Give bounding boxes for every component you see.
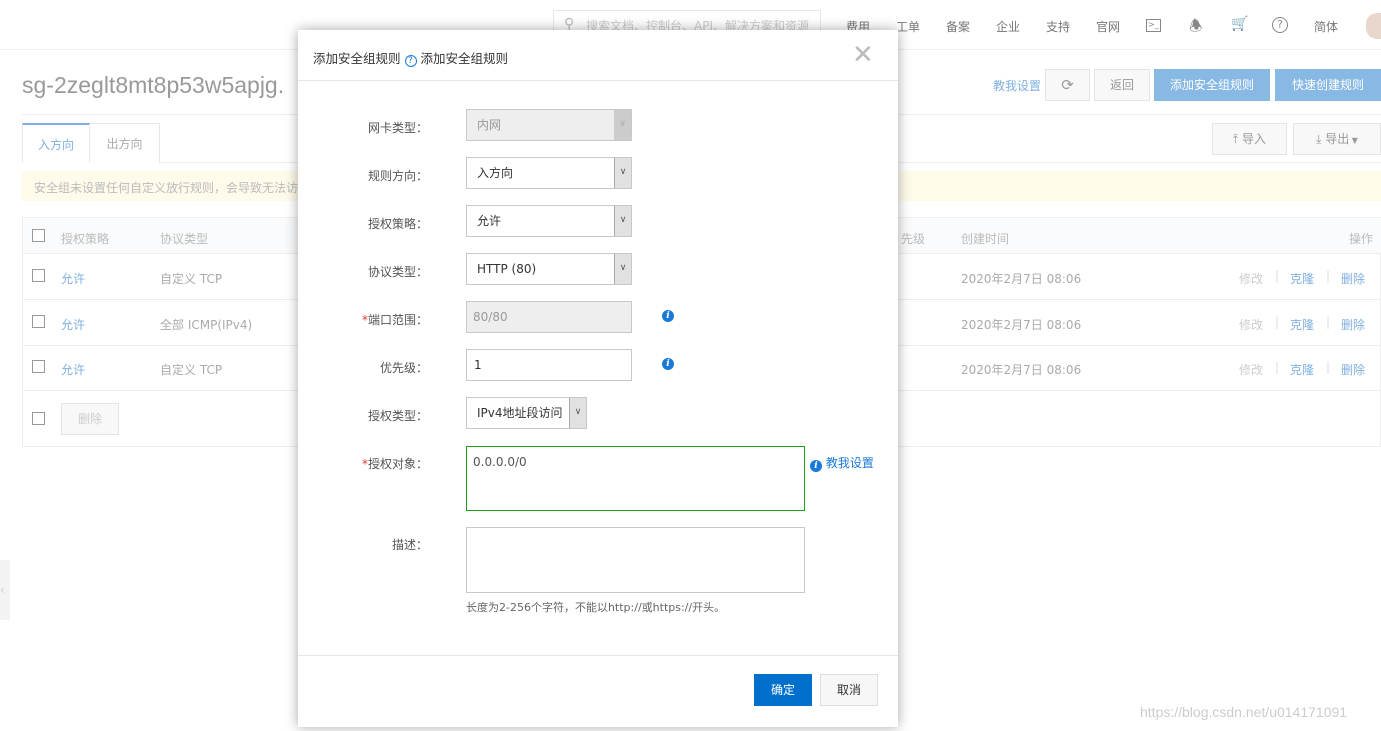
dialog-footer-divider xyxy=(298,655,898,656)
close-icon[interactable]: ✕ xyxy=(852,40,874,70)
quick-create-button[interactable]: 快速创建规则 xyxy=(1275,69,1381,101)
add-rule-button[interactable]: 添加安全组规则 xyxy=(1154,69,1270,101)
edit-link[interactable]: 修改 xyxy=(1239,361,1263,378)
edit-link[interactable]: 修改 xyxy=(1239,316,1263,333)
avatar[interactable] xyxy=(1366,13,1381,39)
separator: | xyxy=(1326,269,1331,283)
help-icon[interactable]: ? xyxy=(1272,17,1288,33)
dialog-header-divider xyxy=(298,80,898,81)
info-icon: i xyxy=(810,460,822,472)
description-textarea[interactable] xyxy=(466,527,805,593)
column-header: 创建时间 xyxy=(961,232,1010,246)
field-label: *端口范围： xyxy=(361,313,428,327)
separator: | xyxy=(1275,360,1280,374)
side-collapse-handle[interactable]: ‹ xyxy=(0,560,10,620)
language-switch[interactable]: 简体 xyxy=(1314,18,1338,35)
terminal-icon[interactable]: >_ xyxy=(1146,19,1161,32)
delete-link[interactable]: 删除 xyxy=(1341,316,1365,333)
policy-cell: 允许 xyxy=(61,272,86,286)
separator: | xyxy=(1275,314,1280,329)
help-link[interactable]: i 教我设置 xyxy=(810,454,874,472)
cancel-button[interactable]: 取消 xyxy=(820,674,878,706)
nav-item[interactable]: 官网 xyxy=(1096,18,1120,35)
refresh-button[interactable]: ⟳ xyxy=(1045,69,1090,101)
port-range-input: 80/80 xyxy=(466,301,632,333)
policy-cell: 允许 xyxy=(61,317,86,332)
bell-icon[interactable]: 🕭 xyxy=(1189,16,1202,41)
created-cell: 2020年2月7日 08:06 xyxy=(961,272,1082,286)
policy-cell: 允许 xyxy=(61,363,86,377)
auth-type-select[interactable]: IPv4地址段访问 ∨ xyxy=(466,397,587,429)
add-rule-dialog: 添加安全组规则 ? 添加安全组规则 ✕ 网卡类型： 内网 ∨ 规则方向： 入方向 ∨… xyxy=(298,30,898,727)
row-checkbox[interactable] xyxy=(32,314,45,328)
info-icon[interactable]: i xyxy=(662,358,674,370)
created-cell: 2020年2月7日 08:06 xyxy=(961,363,1082,377)
dialog-title: 添加安全组规则 ? 添加安全组规则 xyxy=(313,51,508,67)
tab-outbound[interactable]: 出方向 xyxy=(90,123,160,163)
column-header: 协议类型 xyxy=(160,232,209,246)
auth-target-textarea[interactable]: 0.0.0.0/0 xyxy=(466,446,805,511)
footer-checkbox[interactable] xyxy=(32,412,45,425)
refresh-icon: ⟳ xyxy=(1061,76,1074,94)
tab-inbound[interactable]: 入方向 xyxy=(22,123,90,163)
description-hint: 长度为2-256个字符，不能以http://或https://开头。 xyxy=(466,601,726,614)
select-all-checkbox[interactable] xyxy=(32,229,45,242)
field-label: 网卡类型： xyxy=(367,121,428,135)
separator: | xyxy=(1326,314,1331,329)
policy-select[interactable]: 允许 ∨ xyxy=(466,205,632,237)
protocol-cell: 自定义 TCP xyxy=(160,363,223,377)
clone-link[interactable]: 克隆 xyxy=(1290,316,1314,333)
chevron-down-icon: ∨ xyxy=(614,206,631,236)
nav-item[interactable]: 工单 xyxy=(896,18,920,35)
info-icon[interactable]: i xyxy=(662,310,674,322)
delete-link[interactable]: 删除 xyxy=(1341,270,1365,287)
edit-link[interactable]: 修改 xyxy=(1239,270,1263,287)
chevron-down-icon: ∨ xyxy=(614,110,631,140)
help-link[interactable]: 教我设置 xyxy=(993,77,1041,94)
caret-down-icon: ▼ xyxy=(1349,136,1358,145)
confirm-button[interactable]: 确定 xyxy=(754,674,812,706)
nic-type-select: 内网 ∨ xyxy=(466,109,632,141)
separator: | xyxy=(1275,269,1280,283)
delete-link[interactable]: 删除 xyxy=(1341,361,1365,378)
row-checkbox[interactable] xyxy=(32,360,45,373)
export-button[interactable]: ⤓ 导出 ▼ xyxy=(1293,123,1381,155)
nav-item[interactable]: 备案 xyxy=(946,18,970,35)
nav-item[interactable]: 企业 xyxy=(996,18,1020,35)
protocol-cell: 全部 ICMP(IPv4) xyxy=(160,317,253,332)
cart-icon[interactable]: 🛒 xyxy=(1231,16,1248,32)
field-label: 授权策略： xyxy=(367,217,428,231)
field-label: 授权类型： xyxy=(367,409,428,423)
help-icon[interactable]: ? xyxy=(404,55,417,67)
watermark: https://blog.csdn.net/u014171091 xyxy=(1140,704,1348,720)
column-header: 操作 xyxy=(1349,232,1374,246)
created-cell: 2020年2月7日 08:06 xyxy=(961,317,1082,332)
column-header: 授权策略 xyxy=(61,232,110,246)
page-title: sg-2zeglt8mt8p53w5apjg. xyxy=(22,72,285,98)
upload-icon: ⤒ xyxy=(1232,132,1243,146)
field-label: 规则方向： xyxy=(367,169,428,183)
protocol-cell: 自定义 TCP xyxy=(160,272,223,286)
download-icon: ⤓ xyxy=(1316,132,1326,146)
separator: | xyxy=(1326,360,1331,374)
protocol-select[interactable]: HTTP (80) ∨ xyxy=(466,253,632,285)
direction-select[interactable]: 入方向 ∨ xyxy=(466,157,632,189)
clone-link[interactable]: 克隆 xyxy=(1290,270,1314,287)
clone-link[interactable]: 克隆 xyxy=(1290,361,1314,378)
field-label: 优先级： xyxy=(379,361,428,375)
field-label: *授权对象： xyxy=(361,457,428,471)
chevron-down-icon: ∨ xyxy=(569,398,586,428)
nav-item[interactable]: 支持 xyxy=(1046,18,1070,35)
bulk-delete-button[interactable]: 删除 xyxy=(61,403,119,435)
chevron-down-icon: ∨ xyxy=(614,158,631,188)
priority-input[interactable]: 1 xyxy=(466,349,632,381)
field-label: 描述： xyxy=(391,538,428,552)
back-button[interactable]: 返回 xyxy=(1094,69,1150,101)
row-checkbox[interactable] xyxy=(32,269,45,282)
chevron-down-icon: ∨ xyxy=(614,254,631,284)
field-label: 协议类型： xyxy=(367,265,428,279)
import-button[interactable]: ⤒ 导入 xyxy=(1212,123,1287,155)
column-header: 先级 xyxy=(901,232,926,246)
